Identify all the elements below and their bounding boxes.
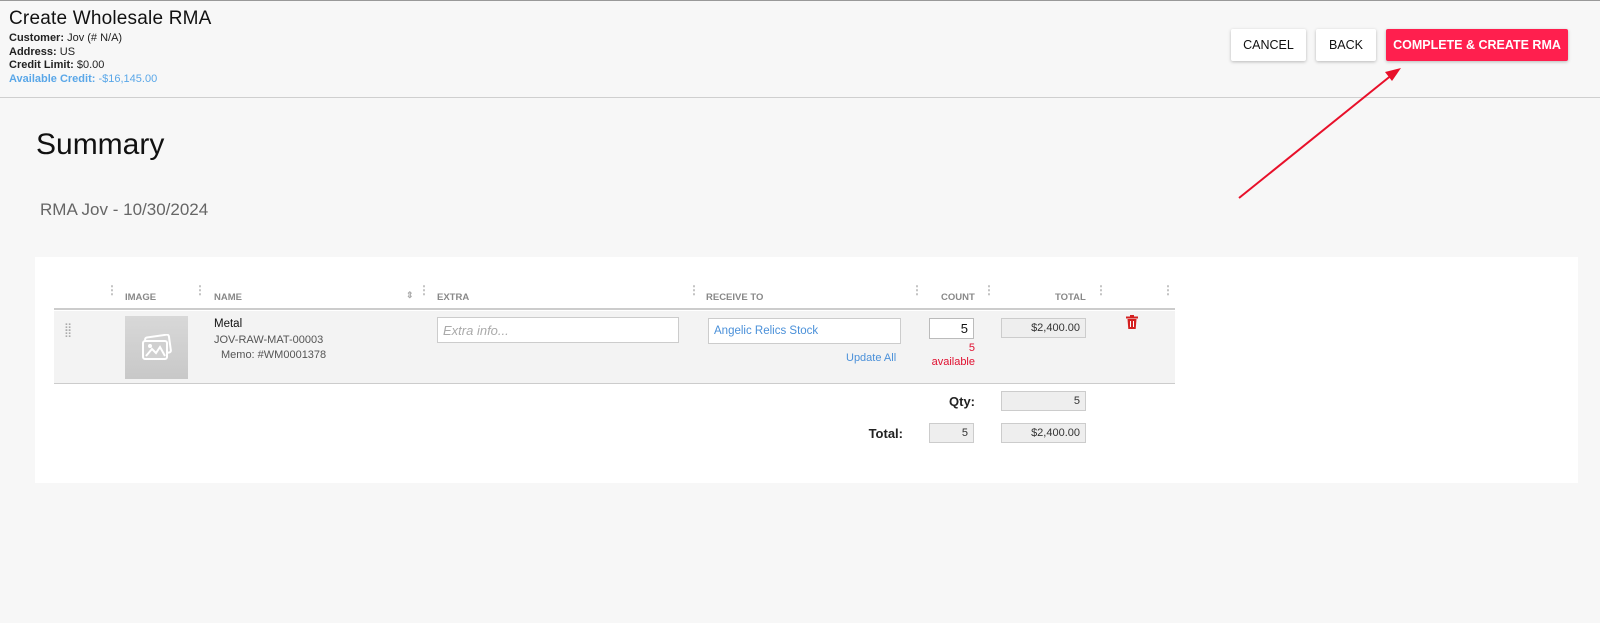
page-header: Create Wholesale RMA Customer: Jov (# N/… bbox=[0, 0, 1600, 98]
column-resize-handle[interactable]: ⋮ bbox=[688, 284, 700, 303]
page-title: Create Wholesale RMA bbox=[9, 8, 212, 29]
customer-meta: Customer: Jov (# N/A) Address: US Credit… bbox=[9, 32, 157, 86]
column-resize-handle[interactable]: ⋮ bbox=[1095, 284, 1107, 303]
rma-name: RMA Jov - 10/30/2024 bbox=[40, 200, 209, 219]
available-label: available bbox=[931, 356, 975, 368]
table-header: ⋮ IMAGE ⋮ NAME ⇕ ⋮ EXTRA ⋮ RECEIVE TO ⋮ … bbox=[54, 284, 1175, 310]
product-image-placeholder bbox=[125, 316, 188, 379]
column-header-name[interactable]: NAME bbox=[214, 292, 242, 303]
column-header-extra: EXTRA bbox=[437, 292, 470, 303]
grand-total-field: $2,400.00 bbox=[1001, 423, 1086, 443]
column-resize-handle[interactable]: ⋮ bbox=[983, 284, 995, 303]
column-resize-handle[interactable]: ⋮ bbox=[194, 284, 206, 303]
image-placeholder-icon bbox=[141, 333, 172, 360]
row-total-field: $2,400.00 bbox=[1001, 318, 1086, 338]
column-resize-handle[interactable]: ⋮ bbox=[911, 284, 923, 303]
delete-trash-icon[interactable] bbox=[1126, 315, 1138, 329]
address-value: US bbox=[59, 45, 76, 58]
column-resize-handle[interactable]: ⋮ bbox=[106, 284, 118, 303]
available-credit-label: Available Credit: bbox=[9, 72, 96, 85]
back-button[interactable]: BACK bbox=[1316, 29, 1376, 61]
extra-info-input[interactable] bbox=[437, 317, 679, 343]
summary-heading: Summary bbox=[36, 128, 165, 161]
available-credit-value: -$16,145.00 bbox=[98, 72, 158, 85]
customer-value: Jov (# N/A) bbox=[67, 32, 123, 44]
item-sku: JOV-RAW-MAT-00003 bbox=[214, 334, 324, 346]
column-header-receive-to: RECEIVE TO bbox=[706, 292, 764, 303]
column-resize-handle[interactable]: ⋮ bbox=[418, 284, 430, 303]
total-label: Total: bbox=[868, 426, 903, 441]
available-count: 5 bbox=[968, 342, 975, 354]
total-count-field: 5 bbox=[929, 423, 974, 443]
column-header-total: TOTAL bbox=[1055, 292, 1086, 303]
item-memo: Memo: #WM0001378 bbox=[221, 349, 327, 361]
item-name: Metal bbox=[214, 318, 243, 330]
column-header-count: COUNT bbox=[941, 292, 975, 303]
customer-label: Customer: bbox=[9, 32, 65, 44]
credit-limit-label: Credit Limit: bbox=[9, 59, 74, 71]
sort-icon[interactable]: ⇕ bbox=[406, 290, 414, 301]
credit-limit-value: $0.00 bbox=[76, 59, 105, 71]
column-resize-handle[interactable]: ⋮ bbox=[1162, 284, 1174, 303]
update-all-link[interactable]: Update All bbox=[846, 352, 896, 364]
count-input[interactable] bbox=[929, 318, 974, 339]
qty-label: Qty: bbox=[949, 394, 975, 409]
receive-to-select[interactable]: Angelic Relics Stock bbox=[708, 318, 901, 344]
drag-handle-icon[interactable]: ⠿ ⠿ bbox=[64, 324, 72, 341]
complete-create-rma-button[interactable]: COMPLETE & CREATE RMA bbox=[1386, 29, 1568, 61]
column-header-image: IMAGE bbox=[125, 292, 157, 303]
address-label: Address: bbox=[9, 45, 57, 58]
available-stock-text: 5 available bbox=[920, 341, 975, 369]
qty-total-field: 5 bbox=[1001, 391, 1086, 411]
cancel-button[interactable]: CANCEL bbox=[1231, 29, 1306, 61]
